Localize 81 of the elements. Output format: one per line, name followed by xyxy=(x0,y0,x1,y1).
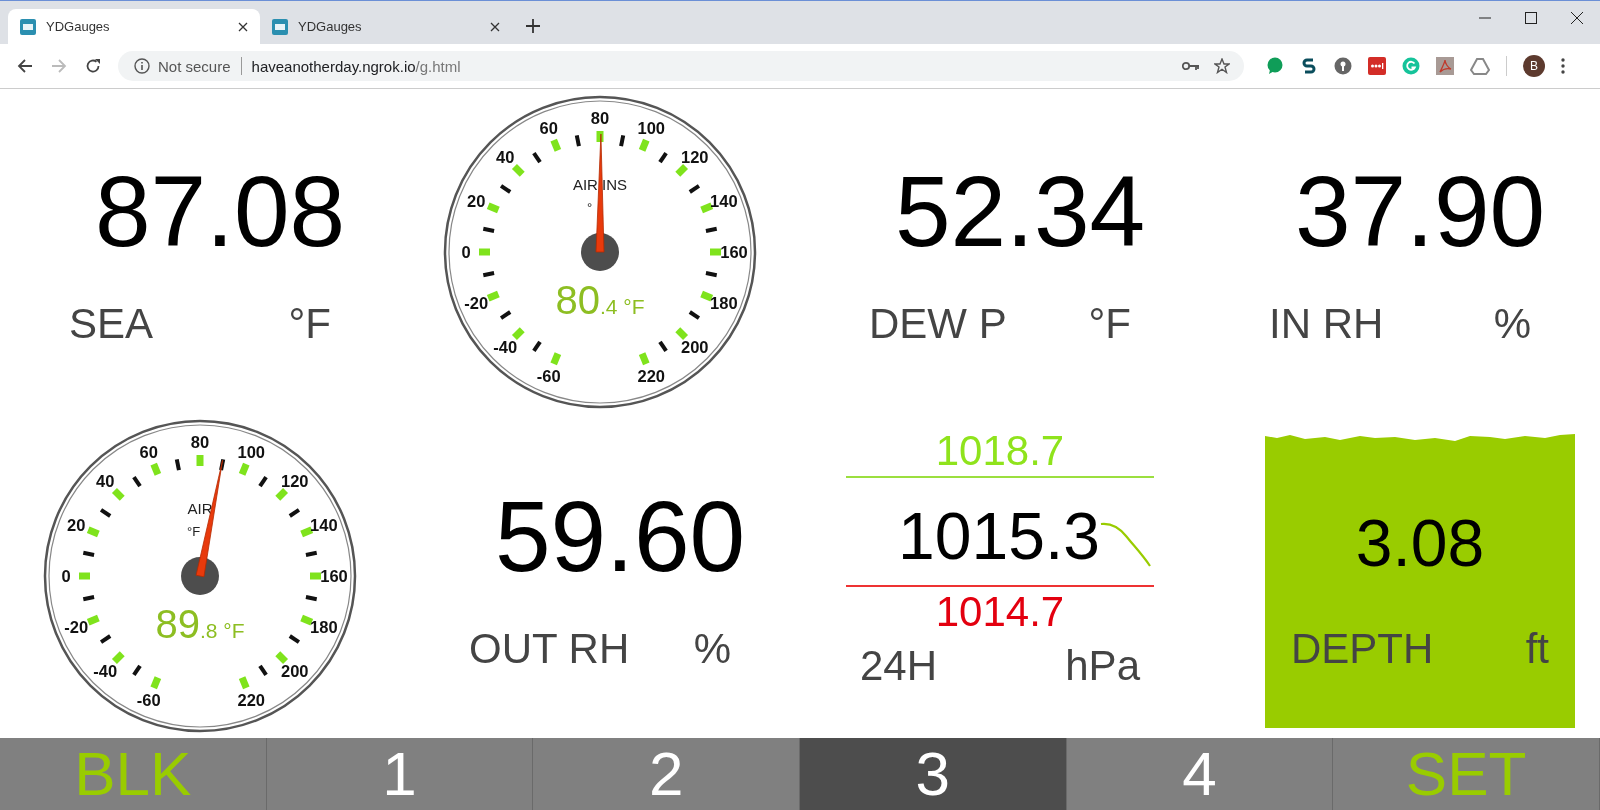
close-icon[interactable] xyxy=(490,21,500,32)
page-tab[interactable]: 3 xyxy=(800,738,1067,810)
tick-label: -20 xyxy=(464,293,489,312)
star-icon[interactable] xyxy=(1214,58,1230,74)
low-value: 1014.7 xyxy=(935,590,1065,633)
dots-icon[interactable] xyxy=(1368,57,1386,75)
maximize-icon[interactable] xyxy=(1525,12,1537,24)
unit-label: ft xyxy=(1525,628,1549,670)
unit-label: hPa xyxy=(1065,644,1140,687)
tick-label: -20 xyxy=(64,618,89,637)
url-text: haveanotherday.ngrok.io/g.html xyxy=(251,57,461,75)
tick-label: 120 xyxy=(681,147,709,166)
tick-label: -40 xyxy=(493,337,518,356)
tick-label: 180 xyxy=(310,618,338,637)
new-tab-icon[interactable] xyxy=(526,19,540,33)
tick-label: 100 xyxy=(637,118,666,137)
close-icon[interactable] xyxy=(1571,12,1583,24)
reload-icon[interactable] xyxy=(85,58,101,74)
tick-label: 220 xyxy=(237,690,266,709)
reading-value: 52.34 xyxy=(894,161,1146,261)
tick-label: 200 xyxy=(681,337,709,356)
tick-label: 160 xyxy=(720,242,748,261)
chat-bubble-icon[interactable] xyxy=(1266,57,1284,75)
address-bar[interactable]: Not secure haveanotherday.ngrok.io/g.html xyxy=(118,51,1244,81)
favicon-icon xyxy=(272,18,288,35)
unit-label: % xyxy=(1493,303,1531,345)
reading-label: DEW P xyxy=(869,303,1007,345)
tick-label: 40 xyxy=(96,472,115,491)
browser-tab[interactable]: YDGauges xyxy=(8,9,260,44)
gauge-unit: ° xyxy=(587,199,593,215)
close-icon[interactable] xyxy=(238,21,248,32)
tick-label: 180 xyxy=(710,293,738,312)
tab-title: YDGauges xyxy=(46,19,111,34)
gauge-title: AIR xyxy=(187,500,213,517)
tick-label: 220 xyxy=(637,366,666,385)
tick-label: -40 xyxy=(93,661,118,680)
menu-icon[interactable] xyxy=(1561,58,1565,74)
tick-label: 160 xyxy=(320,567,348,585)
unit-label: °F xyxy=(1088,303,1131,345)
tick-label: 140 xyxy=(310,515,338,534)
reading-label: DEPTH xyxy=(1291,628,1434,670)
tick-label: 140 xyxy=(710,191,738,210)
high-value: 1018.7 xyxy=(935,430,1065,472)
tick-label: 120 xyxy=(281,472,309,491)
info-icon xyxy=(134,58,150,74)
period-label: 24H xyxy=(860,644,938,687)
gauge-title: AIR INS xyxy=(572,175,628,193)
favicon-icon xyxy=(20,18,36,35)
tick-label: 20 xyxy=(467,191,486,210)
gauge-reading: 80.4 °F xyxy=(555,277,645,322)
reading-label: OUT RH xyxy=(469,628,630,670)
unit-label: °F xyxy=(288,303,331,345)
pressure-value: 1015.3 xyxy=(898,500,1100,573)
key-icon[interactable] xyxy=(1182,61,1200,71)
tick-label: 100 xyxy=(237,443,266,462)
browser-tab[interactable]: YDGauges xyxy=(260,9,512,44)
tick-label: 200 xyxy=(281,661,309,680)
tick-label: -60 xyxy=(136,690,161,709)
tick-label: 80 xyxy=(590,108,610,127)
reading-label: SEA xyxy=(69,303,154,345)
depth-value: 3.08 xyxy=(1355,510,1485,576)
reading-value: 59.60 xyxy=(494,486,746,586)
tick-label: 60 xyxy=(539,118,558,137)
profile-avatar[interactable]: B xyxy=(1523,55,1545,77)
unit-label: % xyxy=(693,628,731,670)
tick-label: 80 xyxy=(190,433,210,451)
gauge-unit: °F xyxy=(187,524,201,539)
reading-label: IN RH xyxy=(1269,303,1384,345)
security-label: Not secure xyxy=(158,57,231,75)
gauge-reading: 89.8 °F xyxy=(155,602,245,646)
tick-label: 20 xyxy=(67,515,86,534)
keyhole-icon[interactable] xyxy=(1334,57,1352,75)
reading-value: 37.90 xyxy=(1294,161,1546,261)
tick-label: 0 xyxy=(61,567,71,585)
tab-title: YDGauges xyxy=(298,19,363,34)
tick-label: 40 xyxy=(496,147,515,166)
tick-label: 0 xyxy=(461,242,471,261)
reading-value: 87.08 xyxy=(94,161,346,261)
tick-label: 60 xyxy=(139,443,158,462)
back-icon[interactable] xyxy=(17,58,33,74)
tick-label: -60 xyxy=(536,366,561,385)
